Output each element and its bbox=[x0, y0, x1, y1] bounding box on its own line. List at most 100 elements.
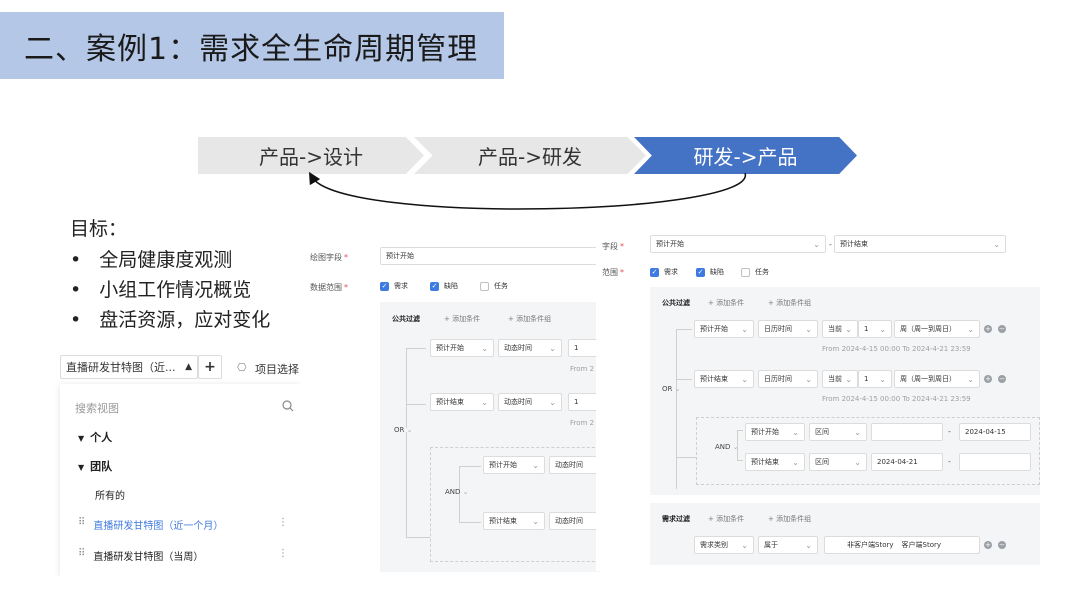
row-unit-select[interactable]: 周（周一到周日） bbox=[894, 320, 980, 338]
row-field-select[interactable]: 预计开始 bbox=[430, 339, 494, 357]
public-filter-title: 公共过滤 bbox=[392, 315, 420, 323]
goal-item: 小组工作情况概览 bbox=[70, 275, 270, 305]
goal-item: 盘活资源，应对变化 bbox=[70, 305, 270, 335]
demand-filter-title: 需求过滤 bbox=[662, 515, 690, 523]
req-tag-select[interactable]: 非客户端Story 客户端Story bbox=[824, 536, 980, 554]
date-to-input[interactable]: 2024-04-15 bbox=[959, 423, 1031, 441]
start-field-select[interactable]: 预计开始 bbox=[650, 235, 826, 253]
nested-field-select[interactable]: 预计开始 bbox=[745, 423, 805, 441]
end-field-select[interactable]: 预计结束 bbox=[834, 235, 1006, 253]
req-op-select[interactable]: 属于 bbox=[758, 536, 818, 554]
range-label: 范围 * bbox=[602, 268, 624, 277]
nested-op-select[interactable]: 区间 bbox=[809, 453, 867, 471]
goals-title: 目标： bbox=[70, 218, 128, 240]
demand-filter-box: 需求过滤 + 添加条件 + 添加条件组 需求类别 属于 非客户端Story 客户… bbox=[650, 503, 1040, 565]
nested-op-select[interactable]: 动态时间 bbox=[549, 456, 600, 474]
row-unit-select[interactable]: 周（周一到周日） bbox=[894, 370, 980, 388]
group-team[interactable]: ▼ 团队 bbox=[78, 458, 112, 474]
add-condition-button[interactable]: + 添加条件 bbox=[708, 298, 744, 308]
row-op-select[interactable]: 动态时间 bbox=[498, 393, 562, 411]
nested-op-select[interactable]: 区间 bbox=[809, 423, 867, 441]
row-hint: From 2024-4-15 00:00 To 2024-4-21 23:59 bbox=[822, 345, 971, 353]
row-field-select[interactable]: 预计开始 bbox=[694, 320, 754, 338]
gantt-config-panel: 字段* 预计开始 - 预计结束 范围* ✓需求 ✓缺陷 任务 公共过滤 + 添加… bbox=[596, 229, 1040, 571]
add-view-button[interactable]: + bbox=[198, 355, 222, 379]
check-demand[interactable]: ✓ 需求 bbox=[650, 267, 678, 277]
row-field-select[interactable]: 预计结束 bbox=[694, 370, 754, 388]
range-separator: - bbox=[948, 427, 951, 436]
date-to-input[interactable] bbox=[959, 453, 1031, 471]
nested-field-select[interactable]: 预计结束 bbox=[745, 453, 805, 471]
and-selector[interactable]: AND bbox=[715, 443, 739, 451]
view-item-week[interactable]: ⠿ 直播研发甘特图（当周） ⋮ bbox=[78, 548, 288, 563]
checkbox[interactable]: ✓ bbox=[650, 267, 659, 277]
group-label: 团队 bbox=[90, 460, 113, 473]
field-select[interactable]: 预计开始 bbox=[380, 247, 600, 265]
chart-config-panel: 绘图字段 * 预计开始 数据范围 * ✓ 需求 ✓ 缺陷 任务 公共过滤 + 添加条件 … bbox=[304, 240, 600, 572]
add-group-button[interactable]: + 添加条件组 bbox=[768, 298, 811, 308]
drag-handle-icon[interactable]: ⠿ bbox=[78, 548, 85, 563]
remove-row-icon[interactable]: − bbox=[998, 541, 1006, 549]
view-item-month[interactable]: ⠿ 直播研发甘特图（近一个月） ⋮ bbox=[78, 517, 288, 532]
range-label: 数据范围 * bbox=[310, 283, 348, 292]
more-icon[interactable]: ⋮ bbox=[278, 548, 288, 563]
nested-group: AND 预计开始 动态时间 预计结束 动态时间 bbox=[430, 447, 600, 562]
row-num-select[interactable]: 1 bbox=[858, 370, 892, 388]
nested-field-select[interactable]: 预计开始 bbox=[483, 456, 545, 474]
search-icon[interactable] bbox=[282, 400, 294, 412]
nested-field-select[interactable]: 预计结束 bbox=[483, 512, 545, 530]
or-selector[interactable]: OR bbox=[662, 385, 680, 393]
checkbox[interactable] bbox=[741, 267, 750, 277]
check-task[interactable]: 任务 bbox=[480, 281, 508, 291]
feedback-arrow bbox=[308, 171, 746, 210]
check-bug[interactable]: ✓ 缺陷 bbox=[696, 267, 724, 277]
more-icon[interactable]: ⋮ bbox=[278, 517, 288, 532]
row-type-select[interactable]: 日历时间 bbox=[758, 320, 818, 338]
range-separator: - bbox=[948, 457, 951, 466]
and-selector[interactable]: AND bbox=[445, 488, 469, 496]
row-when-select[interactable]: 当前 bbox=[822, 370, 858, 388]
add-condition-button[interactable]: + 添加条件 bbox=[444, 314, 480, 324]
add-group-button[interactable]: + 添加条件组 bbox=[768, 514, 811, 524]
add-row-icon[interactable]: + bbox=[984, 325, 992, 333]
caret-down-icon: ▼ bbox=[78, 434, 85, 443]
remove-row-icon[interactable]: − bbox=[998, 375, 1006, 383]
row-field-select[interactable]: 预计结束 bbox=[430, 393, 494, 411]
check-demand[interactable]: ✓ 需求 bbox=[380, 281, 408, 291]
tag: 客户端Story bbox=[901, 541, 942, 549]
view-dropdown: 搜索视图 ▼ 个人 ▼ 团队 所有的 ⠿ 直播研发甘特图（近一个月） ⋮ ⠿ 直播研… bbox=[60, 384, 300, 576]
check-task[interactable]: 任务 bbox=[741, 267, 769, 277]
view-panel: 直播研发甘特图（近... ▲ + ⎔ 项目选择 搜索视图 ▼ 个人 ▼ 团队 所有的… bbox=[50, 344, 300, 576]
folder-icon: ⎔ bbox=[237, 361, 247, 374]
group-personal[interactable]: ▼ 个人 bbox=[78, 429, 112, 445]
slide-title: 二、案例1：需求全生命周期管理 bbox=[24, 32, 479, 67]
row-when-select[interactable]: 当前 bbox=[822, 320, 858, 338]
remove-row-icon[interactable]: − bbox=[998, 325, 1006, 333]
all-views[interactable]: 所有的 bbox=[95, 487, 125, 502]
row-type-select[interactable]: 日历时间 bbox=[758, 370, 818, 388]
search-input[interactable]: 搜索视图 bbox=[75, 400, 119, 416]
add-group-button[interactable]: + 添加条件组 bbox=[508, 314, 551, 324]
project-select[interactable]: 项目选择 bbox=[255, 361, 299, 377]
checkbox[interactable]: ✓ bbox=[430, 281, 439, 291]
goals-list: 全局健康度观测 小组工作情况概览 盘活资源，应对变化 bbox=[70, 245, 270, 335]
view-item-label: 直播研发甘特图（当周） bbox=[93, 552, 204, 563]
add-row-icon[interactable]: + bbox=[984, 375, 992, 383]
add-condition-button[interactable]: + 添加条件 bbox=[708, 514, 744, 524]
checkbox[interactable] bbox=[480, 281, 489, 291]
add-row-icon[interactable]: + bbox=[984, 541, 992, 549]
nested-op-select[interactable]: 动态时间 bbox=[549, 512, 600, 530]
date-from-input[interactable]: 2024-04-21 bbox=[871, 453, 943, 471]
check-bug[interactable]: ✓ 缺陷 bbox=[430, 281, 458, 291]
req-field-select[interactable]: 需求类别 bbox=[694, 536, 754, 554]
date-from-input[interactable] bbox=[871, 423, 943, 441]
checkbox[interactable]: ✓ bbox=[380, 281, 389, 291]
checkbox[interactable]: ✓ bbox=[696, 267, 705, 277]
row-num-select[interactable]: 1 bbox=[858, 320, 892, 338]
goal-item: 全局健康度观测 bbox=[70, 245, 270, 275]
or-selector[interactable]: OR bbox=[394, 426, 412, 434]
view-select[interactable]: 直播研发甘特图（近... ▲ bbox=[60, 355, 198, 379]
drag-handle-icon[interactable]: ⠿ bbox=[78, 517, 85, 532]
nested-group: AND 预计开始 区间 - 2024-04-15 预计结束 区间 2024-04… bbox=[696, 417, 1040, 485]
row-op-select[interactable]: 动态时间 bbox=[498, 339, 562, 357]
